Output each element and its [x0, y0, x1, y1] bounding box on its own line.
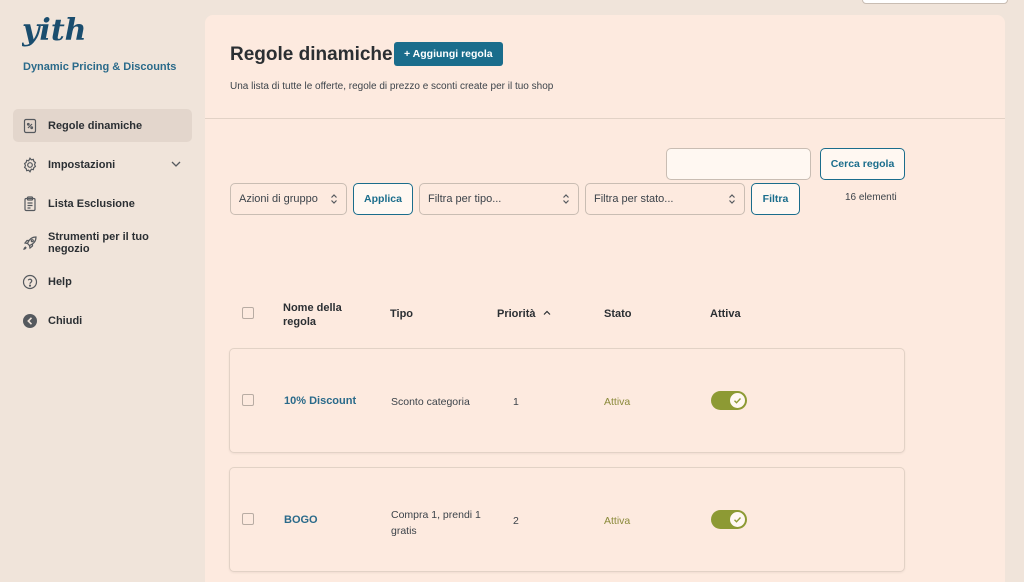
apply-button[interactable]: Applica — [353, 183, 413, 215]
check-icon — [734, 398, 742, 404]
clipboard-list-icon — [24, 195, 36, 211]
rule-name-link[interactable]: BOGO — [284, 514, 318, 526]
bulk-actions-value: Azioni di gruppo — [239, 193, 318, 205]
column-header-priority-label: Priorità — [497, 308, 536, 320]
add-rule-button[interactable]: + Aggiungi regola — [394, 42, 503, 66]
column-header-priority[interactable]: Priorità — [497, 308, 551, 320]
rule-status: Attiva — [604, 396, 631, 408]
column-header-status: Stato — [604, 308, 632, 320]
select-arrows-icon — [729, 194, 735, 204]
page-title: Regole dinamiche — [230, 44, 393, 65]
sidebar-item-strumenti[interactable]: Strumenti per il tuo negozio — [13, 226, 192, 259]
select-all-checkbox[interactable] — [242, 307, 254, 319]
filter-status-select[interactable]: Filtra per stato... — [585, 183, 745, 215]
rule-name-link[interactable]: 10% Discount — [284, 395, 356, 407]
check-icon — [734, 517, 742, 523]
active-toggle[interactable] — [711, 510, 747, 529]
gear-icon — [23, 156, 37, 173]
search-rule-button[interactable]: Cerca regola — [820, 148, 905, 180]
close-circle-arrow-icon — [23, 313, 37, 328]
active-toggle[interactable] — [711, 391, 747, 410]
table-row: BOGO Compra 1, prendi 1 gratis 2 Attiva — [229, 467, 905, 572]
sidebar-item-lista-esclusione[interactable]: Lista Esclusione — [13, 187, 192, 220]
sidebar-item-label: Chiudi — [48, 314, 83, 327]
select-arrows-icon — [331, 194, 337, 204]
sidebar-item-label: Help — [48, 275, 72, 288]
sidebar-item-regole-dinamiche[interactable]: Regole dinamiche — [13, 109, 192, 142]
sidebar-item-label: Impostazioni — [48, 158, 116, 171]
filter-status-value: Filtra per stato... — [594, 193, 674, 205]
sidebar-item-label: Strumenti per il tuo negozio — [48, 230, 149, 255]
filter-type-value: Filtra per tipo... — [428, 193, 502, 205]
plugin-brand: Dynamic Pricing & Discounts — [23, 61, 177, 73]
help-circle-icon — [22, 274, 38, 289]
main-panel: Regole dinamiche + Aggiungi regola Una l… — [205, 15, 1005, 582]
chevron-down-icon — [171, 161, 181, 167]
page-subtitle: Una lista di tutte le offerte, regole di… — [230, 81, 554, 92]
sidebar-item-chiudi[interactable]: Chiudi — [13, 304, 192, 337]
column-header-active: Attiva — [710, 308, 741, 320]
search-input[interactable] — [666, 148, 811, 180]
row-checkbox[interactable] — [242, 513, 254, 525]
rule-type: Compra 1, prendi 1 gratis — [391, 509, 481, 537]
top-dropdown[interactable] — [862, 0, 1008, 4]
bulk-actions-select[interactable]: Azioni di gruppo — [230, 183, 347, 215]
toggle-knob — [730, 393, 745, 408]
column-header-type: Tipo — [390, 308, 414, 320]
yith-logo: yith — [22, 13, 87, 48]
sidebar-item-impostazioni[interactable]: Impostazioni — [13, 148, 192, 181]
discount-doc-icon — [23, 118, 37, 133]
items-count: 16 elementi — [845, 192, 897, 203]
filter-button[interactable]: Filtra — [751, 183, 800, 215]
rocket-icon — [23, 235, 37, 250]
rule-priority: 1 — [513, 396, 519, 408]
select-arrows-icon — [563, 194, 569, 204]
table-row: 10% Discount Sconto categoria 1 Attiva — [229, 348, 905, 453]
sidebar-item-label: Lista Esclusione — [48, 197, 135, 210]
column-header-name[interactable]: Nome della regola — [283, 301, 363, 329]
filter-type-select[interactable]: Filtra per tipo... — [419, 183, 579, 215]
rule-status: Attiva — [604, 515, 631, 527]
sort-icon — [543, 310, 551, 315]
svg-text:yith: yith — [22, 13, 87, 48]
sidebar: yith Dynamic Pricing & Discounts Regole … — [0, 0, 200, 582]
rule-type: Sconto categoria — [391, 396, 470, 408]
divider — [205, 118, 1005, 119]
rule-priority: 2 — [513, 515, 519, 527]
sidebar-item-label: Regole dinamiche — [48, 119, 143, 132]
toggle-knob — [730, 512, 745, 527]
sidebar-item-help[interactable]: Help — [13, 265, 192, 298]
sidebar-nav: Regole dinamiche Impostazioni Lista Escl… — [13, 109, 192, 343]
row-checkbox[interactable] — [242, 394, 254, 406]
